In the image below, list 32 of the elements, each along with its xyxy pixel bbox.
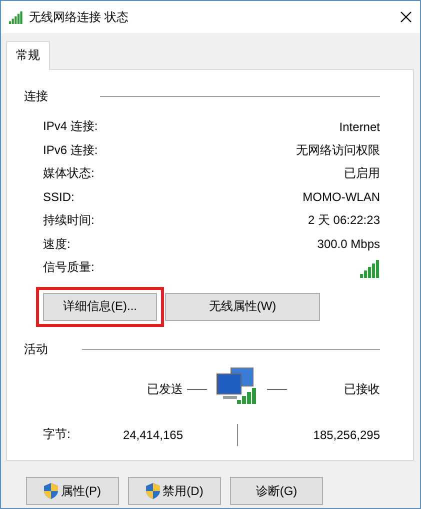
dialog-button[interactable]: 禁用(D) (128, 477, 221, 505)
field-value: MOMO-WLAN (302, 190, 380, 204)
field-value: 已启用 (344, 165, 380, 182)
dialog-button[interactable]: 属性(P) (26, 477, 119, 505)
field-label: 速度: (43, 236, 70, 253)
tab[interactable]: 常规 (6, 41, 50, 70)
dialog-button[interactable]: 详细信息(E)... (43, 292, 157, 320)
field-label: 媒体状态: (43, 165, 94, 182)
field-label: 信号质量: (43, 259, 94, 276)
sent-label: 已发送 (146, 381, 183, 398)
bytes-label: 字节: (43, 426, 72, 443)
field-label: IPv6 连接: (43, 142, 98, 159)
field-label: IPv4 连接: (43, 118, 98, 136)
close-icon[interactable] (400, 11, 412, 23)
field-value: 300.0 Mbps (317, 237, 380, 252)
shield-icon (44, 483, 58, 499)
field-label: 持续时间: (43, 212, 94, 230)
field-value: 2 天 06:22:23 (308, 212, 380, 230)
field-value: 无网络访问权限 (296, 142, 380, 159)
dialog-button[interactable]: 诊断(G) (230, 477, 323, 505)
shield-icon (146, 483, 160, 499)
signal-icon (9, 10, 23, 24)
received-bytes: 185,256,295 (312, 426, 380, 442)
field-label: SSID: (43, 190, 74, 204)
sent-bytes: 24,414,165 (122, 426, 183, 442)
window-title: 无线网络连接 状态 (29, 8, 130, 26)
section-heading: 活动 (24, 340, 49, 358)
signal-strength-icon (360, 258, 380, 278)
dialog-button[interactable]: 无线属性(W) (165, 292, 320, 320)
field-value: Internet (339, 120, 380, 134)
received-label: 已接收 (343, 381, 380, 398)
section-heading: 连接 (24, 88, 49, 105)
